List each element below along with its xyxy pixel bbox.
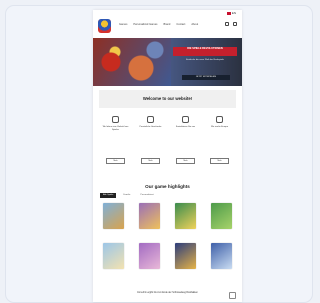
nav-items: Games Personalized Games Brand Contact A… xyxy=(119,23,198,26)
language-selector[interactable]: EN xyxy=(226,10,236,17)
nav-item-about[interactable]: About xyxy=(191,23,198,26)
nav-item-contact[interactable]: Contact xyxy=(176,23,185,26)
nav-item-games[interactable]: Games xyxy=(119,23,127,26)
nav-item-personalized-games[interactable]: Personalized Games xyxy=(133,23,157,26)
feature-card: Persönliche Geschenke Mehr xyxy=(135,114,166,170)
hero-banner: DIE SPIELE REVOLUTIONEN Entdecke die neu… xyxy=(93,38,242,86)
hero-cta-button[interactable]: JETZT MITSPIELEN xyxy=(182,75,230,80)
games-heading: Our game highlights xyxy=(145,184,190,189)
game-card[interactable] xyxy=(139,243,160,269)
feature-list: Wir liefern eine Vielzahl von Spielen Me… xyxy=(100,114,235,170)
game-card[interactable] xyxy=(211,243,232,269)
feature-card: Wir liefern eine Vielzahl von Spielen Me… xyxy=(100,114,131,170)
game-card[interactable] xyxy=(175,203,196,229)
language-label: EN xyxy=(231,11,236,15)
feature-button[interactable]: Mehr xyxy=(141,158,160,164)
feature-text: Persönliche Geschenke xyxy=(139,126,162,128)
pin-icon xyxy=(216,116,223,123)
chat-icon xyxy=(182,116,189,123)
feature-button[interactable]: Mehr xyxy=(176,158,195,164)
game-tabs: Alle Spiele Familie Personalisiert xyxy=(100,193,157,198)
welcome-heading: Welcome to our website! xyxy=(99,90,236,108)
feature-text: Wir liefern eine Vielzahl von Spielen xyxy=(102,126,129,131)
main-nav: Games Personalized Games Brand Contact A… xyxy=(93,18,242,36)
feature-text: Kontaktieren Sie uns xyxy=(175,126,196,128)
gift-icon xyxy=(147,116,154,123)
tab-personalized[interactable]: Personalisiert xyxy=(137,193,156,198)
top-bar: EN xyxy=(93,10,242,17)
tab-family[interactable]: Familie xyxy=(120,193,133,198)
feature-text: Wir sind in Europa xyxy=(211,126,228,128)
hero-artwork xyxy=(93,38,171,86)
game-grid xyxy=(103,203,232,273)
nav-item-brand[interactable]: Brand xyxy=(163,23,170,26)
feature-button[interactable]: Mehr xyxy=(210,158,229,164)
feature-card: Kontaktieren Sie uns Mehr xyxy=(170,114,201,170)
hero-subtitle: Entdecke die neue Welt der Brettspiele xyxy=(186,59,224,61)
box-icon xyxy=(112,116,119,123)
tab-all-games[interactable]: Alle Spiele xyxy=(100,193,117,198)
game-card[interactable] xyxy=(211,203,232,229)
game-card[interactable] xyxy=(175,243,196,269)
chat-widget-icon[interactable] xyxy=(229,292,236,299)
game-card[interactable] xyxy=(139,203,160,229)
game-card[interactable] xyxy=(103,243,124,269)
nav-icons xyxy=(225,22,237,26)
flag-icon xyxy=(226,11,231,15)
cart-icon[interactable] xyxy=(233,22,237,26)
feature-button[interactable]: Mehr xyxy=(106,158,125,164)
footer-text: Immerhin ergibt bis zum Ende der Schüsse… xyxy=(137,292,198,294)
game-card[interactable] xyxy=(103,203,124,229)
brand-logo[interactable] xyxy=(98,19,111,33)
user-icon[interactable] xyxy=(225,22,229,26)
feature-card: Wir sind in Europa Mehr xyxy=(204,114,235,170)
hero-title: DIE SPIELE REVOLUTIONEN xyxy=(187,47,223,50)
website-preview: EN Games Personalized Games Brand Contac… xyxy=(93,10,242,302)
